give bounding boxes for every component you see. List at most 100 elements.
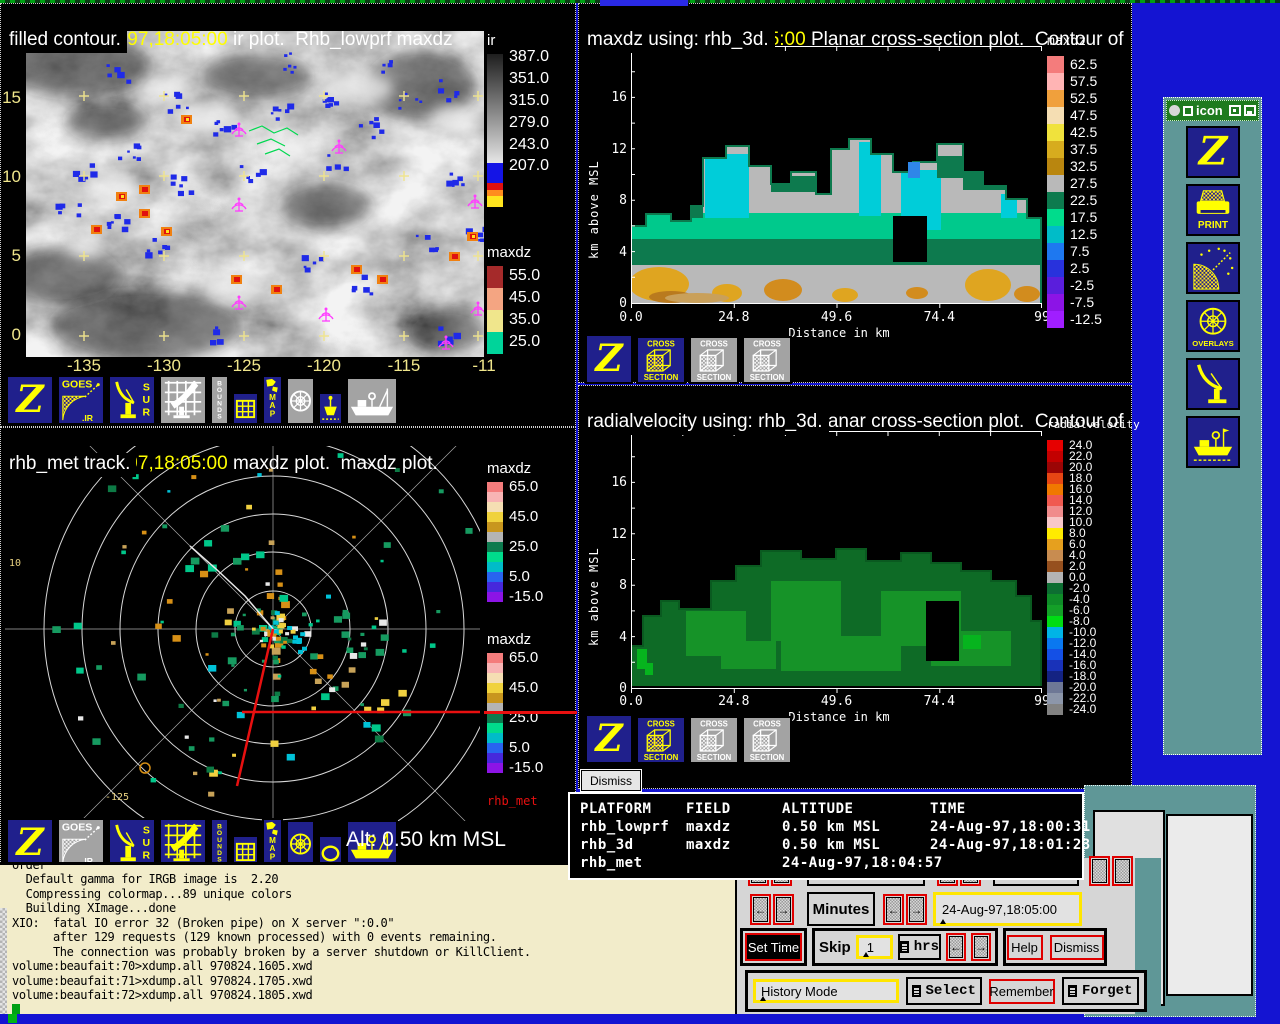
forget-menu-button[interactable]: Forget (1062, 977, 1140, 1005)
svg-text:Z: Z (14, 820, 45, 864)
cross-section-plot-radialvelocity[interactable] (631, 431, 1043, 693)
svg-text:Z: Z (1196, 129, 1228, 175)
radar-ppi-display[interactable]: -12510 (5, 446, 480, 821)
colorbar-cell (1047, 226, 1064, 243)
table-row: rhb_lowprfmaxdz0.50 km MSL24-Aug-97,18:0… (580, 818, 1082, 836)
tick-label: 12 (611, 527, 627, 542)
time-back-button[interactable]: ← (883, 894, 904, 925)
units-menu-button[interactable]: hrs (898, 934, 941, 960)
z-icon[interactable]: Z (585, 334, 633, 384)
colorbar-cell (487, 98, 503, 120)
wheel-icon[interactable] (286, 377, 315, 425)
remember-button[interactable]: Remember (989, 979, 1055, 1004)
colorbar-value: 243.0 (509, 136, 549, 154)
tick-label: 4 (619, 630, 627, 645)
minutes-back-button[interactable]: ← (750, 894, 771, 925)
colorbar-cell (1047, 660, 1063, 671)
gridradar-icon[interactable] (159, 375, 207, 425)
bounds-icon[interactable]: BOUNDS (210, 375, 229, 425)
skip-input-field[interactable]: 1 (856, 935, 893, 959)
z-icon[interactable]: Z (6, 375, 54, 425)
minutes-forward-button[interactable]: → (773, 894, 794, 925)
minutes-button[interactable]: Minutes (807, 892, 875, 926)
icon-window-titlebar[interactable]: icon (1166, 100, 1259, 121)
zebra-icon[interactable]: Z (1186, 126, 1240, 178)
cross-icon[interactable]: CROSSSECTION (689, 716, 739, 764)
clipped-arrow-button[interactable] (1112, 856, 1133, 886)
time-control-dialog: ← → Minutes ← → 24-Aug-97,18:05:00 Set T… (737, 858, 1161, 1014)
satellite-image[interactable] (26, 31, 484, 357)
colorbar-cell (487, 482, 503, 492)
ship-icon[interactable] (1186, 416, 1240, 468)
restore-button[interactable] (1244, 105, 1256, 116)
iconify-button[interactable] (1229, 105, 1241, 116)
print-icon[interactable]: PRINT (1186, 184, 1240, 236)
minigrid-icon[interactable] (232, 392, 259, 425)
dismiss-button[interactable]: Dismiss (581, 770, 641, 791)
history-group: History Mode Select Remember Forget (745, 970, 1147, 1012)
z-icon[interactable]: Z (6, 818, 54, 868)
table-cell (930, 854, 1082, 872)
colorbar-value: -15.0 (509, 759, 543, 776)
clipped-arrow-button[interactable] (1089, 856, 1110, 886)
cross-section-toolbar: ZCROSSSECTIONCROSSSECTIONCROSSSECTION (585, 334, 792, 384)
sur-icon[interactable]: SUR (108, 818, 156, 868)
terminal-window[interactable]: order Default gamma for IRGB image is 2.… (0, 862, 737, 1014)
colorbar-value: 2.5 (1070, 260, 1089, 276)
cross-section-plot-maxdz[interactable] (631, 46, 1043, 308)
skip-forward-button[interactable]: → (971, 933, 991, 961)
colorbar-cell (1047, 561, 1063, 572)
bounds-icon[interactable]: BOUNDS (210, 818, 229, 868)
gridradar-icon[interactable] (159, 818, 207, 868)
svg-text:Z: Z (14, 377, 45, 421)
text-caret (863, 952, 869, 957)
cross-icon[interactable]: CROSSSECTION (636, 336, 686, 384)
help-group: Help Dismiss (1003, 928, 1107, 966)
colorbar-value: 27.5 (1070, 175, 1097, 191)
remember-label: Remember (989, 984, 1053, 999)
colorbar-cell (1047, 462, 1063, 473)
y-axis-label: km above MSL (587, 486, 601, 646)
tick-label: 16 (611, 475, 627, 490)
cross-icon[interactable]: CROSSSECTION (742, 336, 792, 384)
time-forward-button[interactable]: → (906, 894, 927, 925)
ship-icon[interactable] (346, 377, 398, 425)
z-icon[interactable]: Z (585, 714, 633, 764)
map-icon[interactable]: MAP (262, 375, 283, 425)
terminal-scrollbar[interactable] (0, 908, 7, 1014)
map-icon[interactable]: MAP (262, 818, 283, 868)
goes-icon[interactable]: GOES.IR (57, 818, 105, 868)
tick-label: 15 (2, 88, 21, 108)
satellite-icon[interactable] (1186, 242, 1240, 294)
select-menu-button[interactable]: Select (906, 977, 982, 1005)
set-time-button[interactable]: Set Time (745, 933, 802, 961)
svg-text:U: U (143, 837, 151, 849)
cross-icon[interactable]: CROSSSECTION (636, 716, 686, 764)
colorbar-cell (487, 310, 503, 332)
goes-icon[interactable]: GOES.IR (57, 375, 105, 425)
colorbar-value: 65.0 (509, 649, 538, 666)
colorbar-cell (487, 683, 503, 693)
sur-icon[interactable]: SUR (108, 375, 156, 425)
colorbar-value: 52.5 (1070, 90, 1097, 106)
time-input-field[interactable]: 24-Aug-97,18:05:00 (933, 892, 1082, 926)
wheel-icon[interactable] (286, 820, 315, 868)
history-mode-field[interactable]: History Mode (753, 979, 899, 1003)
plot-subtitle: radialvelocity using: rhb_3d. (587, 411, 829, 435)
dismiss-button[interactable]: Dismiss (1050, 935, 1104, 960)
overlays-icon[interactable]: OVERLAYS (1186, 300, 1240, 352)
menu-icon (912, 985, 921, 997)
colorbar-cell (487, 266, 503, 288)
minutes-label: Minutes (813, 901, 870, 918)
radar-icon[interactable] (1186, 358, 1240, 410)
window-menu-icon[interactable] (1169, 105, 1180, 116)
colorbar-value: -2.5 (1070, 277, 1094, 293)
buoy-icon[interactable] (318, 392, 343, 425)
table-cell: ALTITUDE (782, 800, 930, 818)
cross-icon[interactable]: CROSSSECTION (742, 716, 792, 764)
colorbar-cell (487, 592, 503, 602)
colorbar-title: maxdz (487, 460, 531, 477)
skip-back-button[interactable]: ← (946, 933, 966, 961)
cross-icon[interactable]: CROSSSECTION (689, 336, 739, 384)
help-button[interactable]: Help (1007, 935, 1043, 960)
